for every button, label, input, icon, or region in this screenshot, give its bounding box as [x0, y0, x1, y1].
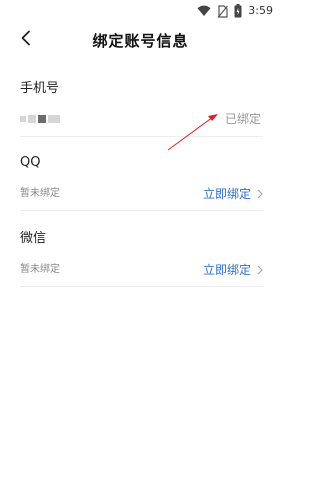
wechat-bind-status: 暂未绑定 [20, 264, 60, 275]
qq-row[interactable]: 暂未绑定 立即绑定 [20, 184, 263, 211]
page-title: 绑定账号信息 [92, 32, 189, 50]
status-bar: 3:59 [0, 0, 281, 22]
phone-row: 已绑定 [20, 110, 263, 137]
battery-charging-icon [234, 4, 242, 18]
qq-bind-button[interactable]: 立即绑定 [203, 184, 263, 203]
qq-bind-status: 暂未绑定 [20, 188, 60, 199]
phone-number-masked [20, 115, 60, 123]
phone-bind-status: 已绑定 [224, 112, 261, 126]
wechat-section-title: 微信 [20, 231, 47, 246]
phone-section: 手机号 已绑定 [20, 80, 263, 137]
qq-section: QQ 暂未绑定 立即绑定 [20, 154, 263, 211]
wifi-icon [197, 5, 211, 17]
chevron-right-icon [257, 260, 263, 279]
wechat-bind-button-label: 立即绑定 [202, 262, 251, 277]
phone-section-title: 手机号 [20, 81, 60, 96]
wechat-bind-button[interactable]: 立即绑定 [203, 260, 263, 279]
header: 绑定账号信息 [0, 22, 281, 58]
chevron-right-icon [257, 184, 263, 203]
bind-account-page: 3:59 绑定账号信息 手机号 已绑定 QQ 暂未绑定 立即绑定 微信 暂未绑定… [0, 0, 281, 500]
wechat-row[interactable]: 暂未绑定 立即绑定 [20, 260, 263, 287]
status-icons: 3:59 [197, 3, 273, 19]
status-time: 3:59 [248, 4, 273, 17]
wechat-section: 微信 暂未绑定 立即绑定 [20, 230, 263, 287]
qq-section-title: QQ [20, 155, 41, 170]
no-sim-icon [217, 4, 229, 18]
qq-bind-button-label: 立即绑定 [202, 186, 251, 201]
